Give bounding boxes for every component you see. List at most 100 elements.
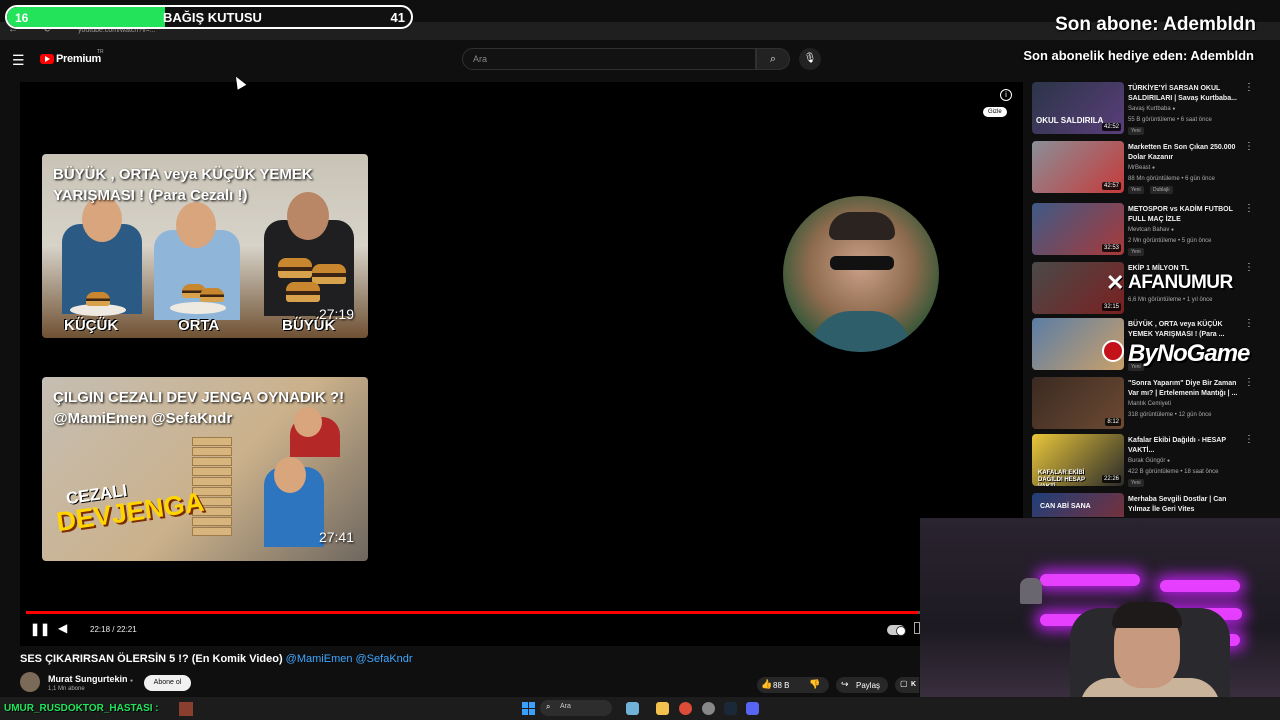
recommended-title: Merhaba Sevgili Dostlar | Can Yılmaz İle… — [1128, 496, 1227, 513]
recommended-channel[interactable]: Savaş Kurtbaba ● — [1128, 106, 1175, 112]
recommended-thumbnail[interactable]: CAN ABİ SANA — [1032, 493, 1124, 517]
recommended-channel[interactable]: Mevtcan Bahav ● — [1128, 227, 1174, 233]
dubbed-badge: Dublajlı — [1150, 186, 1173, 194]
last-subscriber-overlay: Son abone: Adembldn — [1055, 14, 1256, 35]
duration-badge: 8:12 — [1105, 418, 1121, 426]
progress-bar[interactable] — [26, 611, 920, 614]
thumbnail-text: CAN ABİ SANA — [1040, 503, 1091, 510]
more-options-icon[interactable]: ⋮ — [1244, 83, 1254, 93]
endcard-label-small: KÜÇÜK — [64, 317, 119, 334]
hamburger-icon[interactable]: ☰ — [12, 52, 26, 69]
recommended-stats: 55 B görüntüleme • 6 saat önce — [1128, 117, 1212, 123]
sponsor-overlay: AFANUMUR — [1128, 272, 1233, 293]
save-button[interactable]: ▢ K — [895, 677, 919, 693]
video-title-text: SES ÇIKARIRSAN ÖLERSİN 5 !? (En Komik Vi… — [20, 653, 286, 665]
volume-button[interactable]: ◀ — [58, 621, 67, 635]
obs-icon[interactable] — [702, 702, 715, 715]
recommended-item[interactable]: KAFALAR EKİBİ DAĞILDI HESAP VAKTİ 22:26 … — [1032, 434, 1262, 488]
sponsor-logo-icon: ✕ — [1106, 270, 1125, 295]
webcam-feed — [920, 518, 1280, 702]
recommended-title: METOSPOR vs KADİM FUTBOL FULL MAÇ İZLE — [1128, 206, 1233, 223]
dislike-icon[interactable]: 👎 — [809, 679, 820, 690]
progress-fill — [26, 611, 919, 614]
autoplay-toggle[interactable] — [887, 625, 906, 636]
discord-icon[interactable] — [746, 702, 759, 715]
like-dislike-group[interactable]: 👍 88 B 👎 — [757, 677, 829, 693]
taskbar-search[interactable]: ⌕ Ara — [540, 700, 612, 716]
jenga-block — [192, 527, 232, 536]
save-label: K — [911, 681, 917, 688]
file-explorer-icon[interactable] — [656, 702, 669, 715]
recommended-title: Marketten En Son Çıkan 250.000 Dolar Kaz… — [1128, 144, 1236, 161]
more-options-icon[interactable]: ⋮ — [1244, 319, 1254, 329]
windows-start-icon[interactable] — [522, 702, 535, 715]
recommended-title: "Sonra Yaparım" Diye Bir Zaman Var mı? |… — [1128, 380, 1238, 397]
recommended-thumbnail[interactable]: 42:57 — [1032, 141, 1124, 193]
pause-button[interactable]: ❚❚ — [30, 622, 50, 636]
recommended-stats: 88 Mn görüntüleme • 6 gün önce — [1128, 176, 1215, 182]
thumbnail-text: OKUL SALDIRILA — [1036, 116, 1104, 125]
video-title: SES ÇIKARIRSAN ÖLERSİN 5 !? (En Komik Vi… — [20, 653, 413, 665]
jenga-block — [192, 457, 232, 466]
recommended-channel[interactable]: Burak Güngör ● — [1128, 458, 1170, 464]
recommended-item[interactable]: OKUL SALDIRILA 42:52 TÜRKİYE'Yİ SARSAN O… — [1032, 82, 1262, 136]
neon-light — [1160, 580, 1240, 592]
recommended-item[interactable]: 8:12 "Sonra Yaparım" Diye Bir Zaman Var … — [1032, 377, 1262, 431]
endcard-video-1[interactable]: BÜYÜK , ORTA veya KÜÇÜK YEMEK YARIŞMASI … — [42, 154, 368, 338]
subscriber-count: 1,1 Mn abone — [48, 686, 85, 692]
streamer-hair — [1112, 602, 1182, 628]
plate — [170, 302, 226, 314]
donation-progress-fill — [7, 7, 165, 27]
donation-title: BAĞIŞ KUTUSU — [163, 10, 262, 25]
channel-subscribe-avatar[interactable] — [783, 196, 939, 352]
recommended-title: TÜRKİYE'Yİ SARSAN OKUL SALDIRILARI | Sav… — [1128, 85, 1237, 102]
avatar-hair — [829, 212, 895, 240]
video-title-mentions[interactable]: @MamiEmen @SefaKndr — [286, 653, 413, 665]
new-badge: Yeni — [1128, 479, 1144, 487]
subscribe-button[interactable]: Abone ol — [144, 675, 191, 691]
burger — [86, 292, 110, 306]
hide-endcards-button[interactable]: Gizle — [983, 107, 1007, 117]
verified-icon: ● — [1152, 165, 1156, 171]
recommended-thumbnail[interactable]: OKUL SALDIRILA 42:52 — [1032, 82, 1124, 134]
save-icon: ▢ — [900, 679, 908, 688]
recommended-item[interactable]: 32:53 METOSPOR vs KADİM FUTBOL FULL MAÇ … — [1032, 203, 1262, 257]
info-icon[interactable]: i — [1000, 89, 1012, 101]
youtube-brand[interactable]: Premium — [56, 53, 101, 65]
recommended-channel[interactable]: Mantık Cemiyeti — [1128, 401, 1171, 407]
share-button[interactable]: ↪ Paylaş — [836, 677, 888, 693]
steam-icon[interactable] — [724, 702, 737, 715]
taskbar-search-text: Ara — [560, 703, 571, 710]
channel-name[interactable]: Murat Sungurtekin ● — [48, 674, 133, 684]
owner-avatar[interactable] — [20, 672, 40, 692]
more-options-icon[interactable]: ⋮ — [1244, 263, 1254, 273]
burger — [312, 264, 346, 284]
search-input[interactable]: Ara — [462, 48, 756, 70]
recommended-item[interactable]: CAN ABİ SANA Merhaba Sevgili Dostlar | C… — [1032, 493, 1262, 517]
video-player[interactable]: i Gizle BÜYÜK , ORTA veya KÜÇÜK YEMEK YA… — [20, 82, 1023, 646]
recommended-channel[interactable]: MrBeast ● — [1128, 165, 1155, 171]
jenga-block — [192, 437, 232, 446]
duration-badge: 22:26 — [1101, 475, 1121, 483]
new-badge: Yeni — [1128, 186, 1144, 194]
youtube-logo-icon[interactable] — [40, 54, 54, 64]
more-options-icon[interactable]: ⋮ — [1244, 378, 1254, 388]
recommended-thumbnail[interactable]: 32:53 — [1032, 203, 1124, 255]
chrome-icon[interactable] — [679, 702, 692, 715]
verified-icon: ● — [1172, 106, 1176, 112]
like-icon[interactable]: 👍 — [761, 679, 772, 690]
jenga-block — [192, 477, 232, 486]
more-options-icon[interactable]: ⋮ — [1244, 435, 1254, 445]
mic-button[interactable]: 🎙 — [799, 48, 821, 70]
recommended-item[interactable]: 42:57 Marketten En Son Çıkan 250.000 Dol… — [1032, 141, 1262, 195]
volume-icon: ◀ — [58, 621, 68, 635]
search-button[interactable]: ⌕ — [756, 48, 790, 70]
channel-name-text: Murat Sungurtekin — [48, 674, 128, 684]
weather-icon[interactable] — [626, 702, 639, 715]
recommended-thumbnail[interactable]: 8:12 — [1032, 377, 1124, 429]
recommended-thumbnail[interactable]: KAFALAR EKİBİ DAĞILDI HESAP VAKTİ 22:26 — [1032, 434, 1124, 486]
more-options-icon[interactable]: ⋮ — [1244, 204, 1254, 214]
recommended-stats: 6,6 Mn görüntüleme • 1 yıl önce — [1128, 297, 1213, 303]
more-options-icon[interactable]: ⋮ — [1244, 142, 1254, 152]
endcard-video-2[interactable]: ÇILGIN CEZALI DEV JENGA OYNADIK ?! @Mami… — [42, 377, 368, 561]
